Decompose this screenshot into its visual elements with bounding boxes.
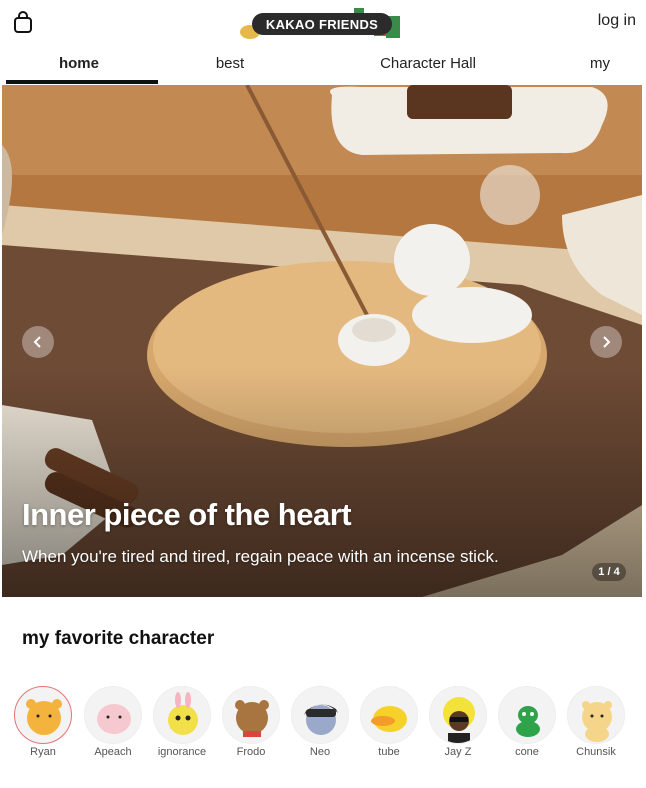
character-chunsik[interactable]: Chunsik bbox=[567, 686, 625, 758]
cone-avatar bbox=[498, 686, 556, 744]
character-name: Ryan bbox=[30, 746, 56, 758]
kakao-friends-logo[interactable]: KAKAO FRIENDS bbox=[236, 6, 408, 42]
tab-my[interactable]: my bbox=[554, 48, 646, 84]
top-header: KAKAO FRIENDS log in bbox=[0, 0, 646, 44]
apeach-avatar bbox=[84, 686, 142, 744]
banner-pager: 1 / 4 bbox=[592, 563, 626, 581]
hero-banner[interactable]: Inner piece of the heart When you're tir… bbox=[2, 85, 642, 597]
character-name: tube bbox=[378, 746, 400, 758]
frodo-avatar bbox=[222, 686, 280, 744]
favorite-character-heading: my favorite character bbox=[22, 628, 215, 649]
character-apeach[interactable]: Apeach bbox=[84, 686, 142, 758]
character-jay-z[interactable]: Jay Z bbox=[429, 686, 487, 758]
logo-text: KAKAO FRIENDS bbox=[252, 13, 392, 35]
login-link[interactable]: log in bbox=[598, 12, 636, 30]
character-neo[interactable]: Neo bbox=[291, 686, 349, 758]
tab-character-hall[interactable]: Character Hall bbox=[302, 48, 554, 84]
jay-z-avatar bbox=[429, 686, 487, 744]
main-tabs: home best Character Hall my bbox=[0, 48, 646, 84]
character-name: Jay Z bbox=[444, 746, 472, 758]
chevron-right-icon bbox=[603, 336, 611, 348]
tab-best[interactable]: best bbox=[158, 48, 302, 84]
banner-subtitle: When you're tired and tired, regain peac… bbox=[22, 547, 499, 566]
shopping-bag-icon[interactable] bbox=[12, 10, 34, 34]
chevron-left-icon bbox=[33, 336, 41, 348]
character-name: Frodo bbox=[236, 746, 266, 758]
character-tube[interactable]: tube bbox=[360, 686, 418, 758]
character-ignorance[interactable]: ignorance bbox=[153, 686, 211, 758]
character-frodo[interactable]: Frodo bbox=[222, 686, 280, 758]
character-name: Chunsik bbox=[576, 746, 616, 758]
character-cone[interactable]: cone bbox=[498, 686, 556, 758]
character-name: cone bbox=[515, 746, 539, 758]
ryan-avatar bbox=[14, 686, 72, 744]
character-name: Neo bbox=[309, 746, 331, 758]
character-name: Apeach bbox=[94, 746, 132, 758]
banner-title: Inner piece of the heart bbox=[22, 497, 352, 532]
tab-home[interactable]: home bbox=[0, 48, 158, 84]
tube-avatar bbox=[360, 686, 418, 744]
character-ryan[interactable]: Ryan bbox=[14, 686, 72, 758]
character-list: Ryan Apeach ignorance Frodo Neo tube Jay… bbox=[14, 686, 634, 766]
character-name: ignorance bbox=[157, 746, 207, 758]
banner-next-button[interactable] bbox=[590, 326, 622, 358]
ignorance-avatar bbox=[153, 686, 211, 744]
neo-avatar bbox=[291, 686, 349, 744]
banner-prev-button[interactable] bbox=[22, 326, 54, 358]
chunsik-avatar bbox=[567, 686, 625, 744]
